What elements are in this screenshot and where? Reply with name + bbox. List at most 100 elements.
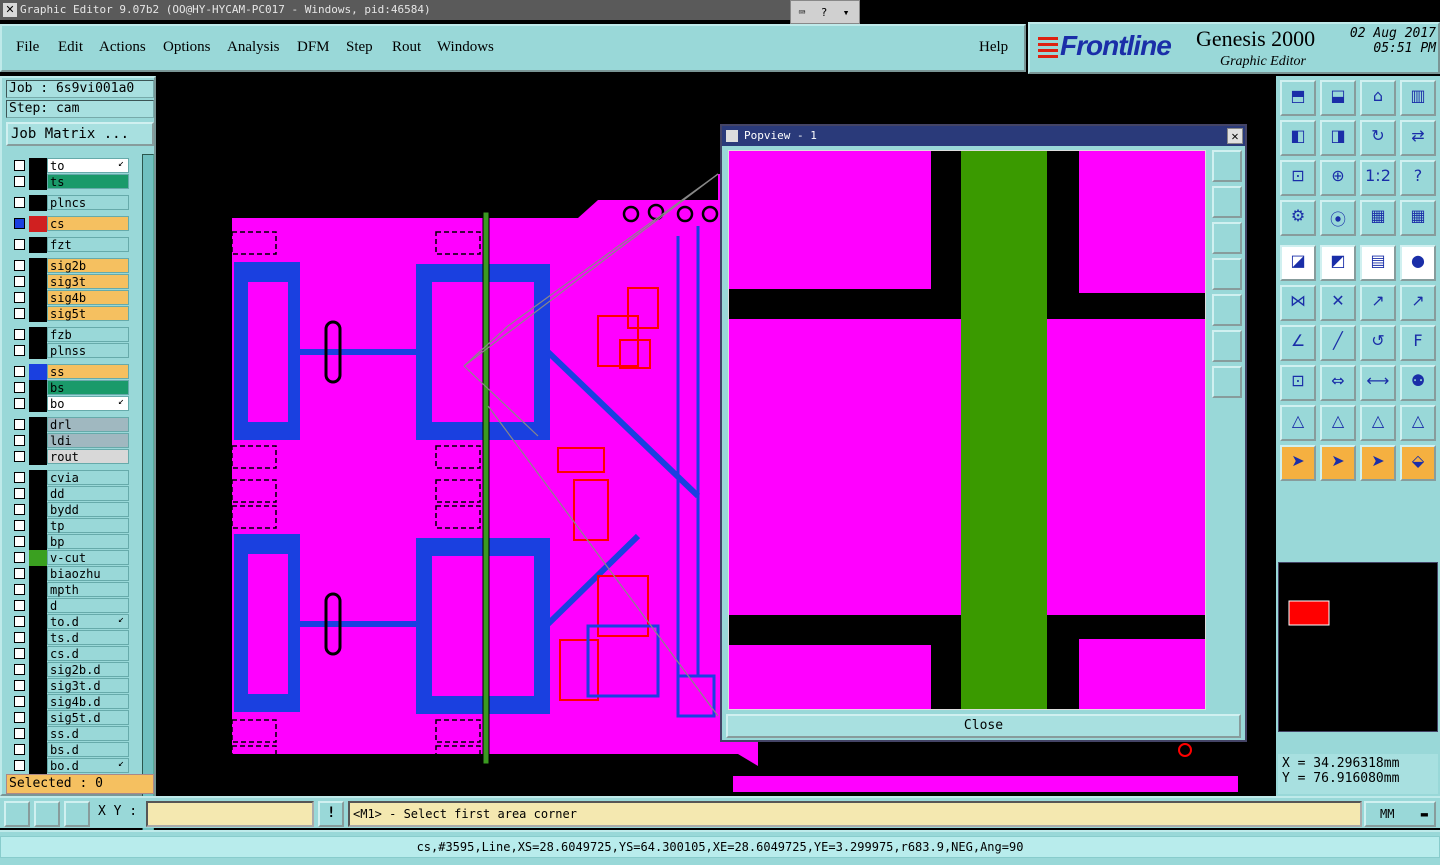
layer-color-swatch[interactable]: [29, 582, 47, 598]
layer-checkbox[interactable]: [14, 648, 25, 659]
layer-name[interactable]: ts.d: [47, 630, 129, 645]
line-draw-icon[interactable]: ╱: [1320, 325, 1356, 361]
layer-color-swatch[interactable]: [29, 662, 47, 678]
layer-row[interactable]: fzb: [10, 327, 130, 343]
zoom-window-icon[interactable]: ⊡: [1280, 160, 1316, 196]
layer-name[interactable]: dd: [47, 486, 129, 501]
layer-name[interactable]: to.d: [47, 614, 129, 629]
layer-row[interactable]: ts: [10, 174, 130, 190]
layer-checkbox[interactable]: [14, 292, 25, 303]
query-icon[interactable]: ?: [1400, 160, 1436, 196]
layer-name[interactable]: ss.d: [47, 726, 129, 741]
layer-color-swatch[interactable]: [29, 758, 47, 774]
select-feature-icon[interactable]: ◪: [1280, 245, 1316, 281]
layer-checkbox[interactable]: [14, 552, 25, 563]
layer-name[interactable]: cs.d: [47, 646, 129, 661]
layer-color-swatch[interactable]: [29, 646, 47, 662]
popview-center-icon[interactable]: [1212, 366, 1242, 398]
layer-color-swatch[interactable]: [29, 290, 47, 306]
layer-checkbox[interactable]: [14, 504, 25, 515]
layer-color-swatch[interactable]: [29, 449, 47, 465]
layer-checkbox[interactable]: [14, 616, 25, 627]
snap-tool-icon[interactable]: ▦: [1360, 200, 1396, 236]
layer-checkbox[interactable]: [14, 398, 25, 409]
layer-row[interactable]: bo.d ↙: [10, 758, 130, 774]
layer-checkbox[interactable]: [14, 632, 25, 643]
layer-name[interactable]: fzt: [47, 237, 129, 252]
measure-icon[interactable]: ⟷: [1360, 365, 1396, 401]
layer-name[interactable]: sig2b: [47, 258, 129, 273]
layer-color-swatch[interactable]: [29, 534, 47, 550]
layer-row[interactable]: ss: [10, 364, 130, 380]
ruler-icon[interactable]: ▤: [1360, 245, 1396, 281]
layer-row[interactable]: v-cut: [10, 550, 130, 566]
layer-name[interactable]: tp: [47, 518, 129, 533]
layer-checkbox[interactable]: [14, 239, 25, 250]
layer-name[interactable]: bo: [47, 396, 129, 411]
line-angle-icon[interactable]: ∠: [1280, 325, 1316, 361]
cross-icon[interactable]: ✕: [1320, 285, 1356, 321]
layer-color-swatch[interactable]: [29, 486, 47, 502]
layer-row[interactable]: mpth: [10, 582, 130, 598]
layer-color-swatch[interactable]: [29, 380, 47, 396]
layer-checkbox[interactable]: [14, 536, 25, 547]
layer-row[interactable]: tp: [10, 518, 130, 534]
layer-row[interactable]: cs.d: [10, 646, 130, 662]
menu-options[interactable]: Options: [163, 39, 211, 56]
layer-row[interactable]: ts.d: [10, 630, 130, 646]
menu-step[interactable]: Step: [346, 39, 373, 56]
layer-color-swatch[interactable]: [29, 502, 47, 518]
layer-name[interactable]: bs: [47, 380, 129, 395]
layer-name[interactable]: drl: [47, 417, 129, 432]
layer-color-swatch[interactable]: [29, 258, 47, 274]
layer-row[interactable]: biaozhu: [10, 566, 130, 582]
popview-pan-right-icon[interactable]: [1212, 294, 1242, 326]
triangle-select-2-icon[interactable]: △: [1320, 405, 1356, 441]
pan-wrap-icon[interactable]: ⇄: [1400, 120, 1436, 156]
layer-name[interactable]: fzb: [47, 327, 129, 342]
split-view-icon[interactable]: ▥: [1400, 80, 1436, 116]
triangle-select-icon[interactable]: △: [1280, 405, 1316, 441]
menu-help[interactable]: Help: [979, 39, 1008, 56]
xy-input[interactable]: [146, 801, 314, 827]
layer-row[interactable]: bs: [10, 380, 130, 396]
layer-checkbox[interactable]: [14, 382, 25, 393]
layer-checkbox[interactable]: [14, 584, 25, 595]
job-matrix-button[interactable]: Job Matrix ...: [6, 122, 154, 146]
layer-checkbox[interactable]: [14, 728, 25, 739]
layer-checkbox[interactable]: [14, 472, 25, 483]
units-select[interactable]: MM ▬: [1364, 801, 1436, 827]
layer-name[interactable]: v-cut: [47, 550, 129, 565]
layer-row[interactable]: sig2b.d: [10, 662, 130, 678]
popview-close-icon[interactable]: ✕: [1227, 128, 1243, 144]
layer-row[interactable]: sig5t: [10, 306, 130, 322]
layer-row[interactable]: bp: [10, 534, 130, 550]
layer-checkbox[interactable]: [14, 345, 25, 356]
layer-name[interactable]: sig3t.d: [47, 678, 129, 693]
connect-nodes-icon[interactable]: ⋈: [1280, 285, 1316, 321]
snap-tool-2-icon[interactable]: ▦: [1400, 200, 1436, 236]
layer-color-swatch[interactable]: [29, 566, 47, 582]
layer-name[interactable]: sig5t.d: [47, 710, 129, 725]
layer-name[interactable]: mpth: [47, 582, 129, 597]
layer-color-swatch[interactable]: [29, 710, 47, 726]
layer-color-swatch[interactable]: [29, 158, 47, 174]
measure-icon[interactable]: [34, 801, 60, 827]
layer-name[interactable]: sig5t: [47, 306, 129, 321]
move-feature-icon[interactable]: ⊡: [1280, 365, 1316, 401]
pointer-box-2-icon[interactable]: ➤: [1360, 445, 1396, 481]
layer-row[interactable]: bydd: [10, 502, 130, 518]
popview-zoom-out-icon[interactable]: [1212, 222, 1242, 254]
layer-color-swatch[interactable]: [29, 518, 47, 534]
text-tool-icon[interactable]: F: [1400, 325, 1436, 361]
layer-name[interactable]: to: [47, 158, 129, 173]
triangle-select-3-icon[interactable]: △: [1360, 405, 1396, 441]
zoom-fit-icon[interactable]: ⬒: [1280, 80, 1316, 116]
layer-row[interactable]: to ↙: [10, 158, 130, 174]
layer-name[interactable]: bydd: [47, 502, 129, 517]
layer-color-swatch[interactable]: [29, 274, 47, 290]
layer-color-swatch[interactable]: [29, 614, 47, 630]
layer-row[interactable]: sig5t.d: [10, 710, 130, 726]
menu-actions[interactable]: Actions: [99, 39, 146, 56]
layer-row[interactable]: sig4b: [10, 290, 130, 306]
